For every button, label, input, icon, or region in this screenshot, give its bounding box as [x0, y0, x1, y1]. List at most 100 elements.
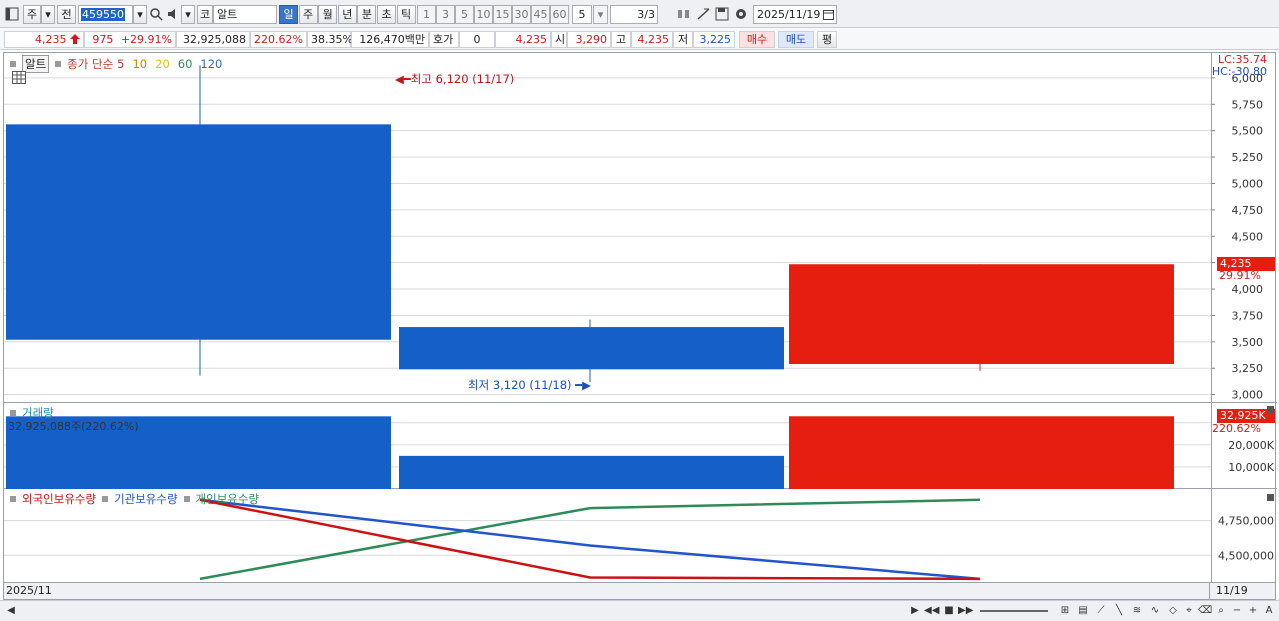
ma-120-label[interactable]: 120 — [200, 57, 222, 71]
calendar-icon[interactable] — [823, 8, 834, 25]
period-button-3[interactable]: 년 — [337, 5, 357, 24]
sell-button[interactable]: 매도 — [778, 31, 814, 48]
wave-icon[interactable]: ∿ — [1148, 604, 1162, 618]
left-arrow-icon: ◀━ — [395, 72, 411, 87]
chart-type-icon[interactable]: ▤ — [1076, 604, 1090, 618]
buy-button[interactable]: 매수 — [739, 31, 775, 48]
candle-body[interactable] — [399, 327, 784, 370]
stop-icon[interactable]: ■ — [942, 604, 956, 618]
scroll-left-icon[interactable]: ◀ — [4, 604, 18, 618]
zoom-in-icon[interactable]: + — [1246, 604, 1260, 618]
font-size-icon[interactable]: A — [1262, 604, 1276, 618]
date-input[interactable]: 2025/11/19 — [753, 5, 837, 24]
count-input[interactable]: 3/3 — [610, 5, 658, 24]
first-icon[interactable]: ◀◀ — [924, 604, 939, 618]
interval-button-30[interactable]: 30 — [512, 5, 531, 24]
holdings-legend-2[interactable]: 개인보유수량 — [196, 491, 259, 507]
period-button-2[interactable]: 월 — [318, 5, 338, 24]
market-type-button[interactable]: 주 — [23, 5, 41, 24]
grid-toggle-icon[interactable] — [12, 71, 26, 87]
interval-button-3[interactable]: 3 — [436, 5, 455, 24]
window-icon[interactable] — [4, 5, 20, 24]
current-volume-pct: 220.62% — [1212, 422, 1261, 435]
chevron-down-icon: ▾ — [597, 8, 604, 21]
holdings-line-0[interactable] — [199, 498, 981, 581]
holdings-legend-1[interactable]: 기관보유수량 — [114, 491, 177, 507]
current-price: 4,235 — [4, 31, 84, 48]
interval-button-1[interactable]: 1 — [417, 5, 436, 24]
interval-dropdown[interactable]: ▾ — [593, 5, 608, 24]
period-button-5[interactable]: 초 — [377, 5, 396, 24]
price-tick-label: 3,000 — [1232, 389, 1264, 402]
save-icon[interactable] — [714, 5, 730, 24]
prev-button[interactable]: 전 — [57, 5, 76, 24]
low-annotation-text: 최저 3,120 (11/18) — [468, 377, 572, 392]
shape-icon[interactable]: ◇ — [1166, 604, 1180, 618]
period-button-6[interactable]: 틱 — [396, 5, 416, 24]
volume-pane[interactable]: 10,000K 20,000K 거래량 32,925,088주(220.62%) … — [4, 403, 1277, 489]
last-icon[interactable]: ▶▶ — [958, 604, 973, 618]
period-label: 2025/11 — [6, 584, 52, 597]
market-type-dropdown[interactable]: ▾ — [41, 5, 55, 24]
gear-icon[interactable] — [733, 5, 749, 24]
candle-body[interactable] — [6, 124, 391, 340]
low-annotation: 최저 3,120 (11/18) ━▶ — [468, 377, 591, 393]
ma-series-label[interactable]: 종가 단순 — [67, 56, 113, 72]
crosshair-icon[interactable]: ⊞ — [1058, 604, 1072, 618]
zoom-icon[interactable]: ⌕ — [1214, 604, 1228, 618]
pane-close-icon[interactable] — [1267, 494, 1274, 501]
legend-square-icon — [10, 61, 16, 67]
price-pane[interactable]: 3,0003,2503,5003,7504,0004,2504,5004,750… — [4, 53, 1277, 403]
ma-60-label[interactable]: 60 — [178, 57, 193, 71]
fibonacci-icon[interactable]: ≋ — [1130, 604, 1144, 618]
grid-toggle-icon-glyph — [12, 71, 26, 84]
draw-tool-icon[interactable] — [696, 5, 712, 24]
stock-code-input[interactable]: 459550 — [78, 5, 133, 24]
holdings-line-2[interactable] — [199, 498, 981, 581]
zoom-slider[interactable] — [980, 610, 1048, 612]
right-arrow-icon: ━▶ — [571, 377, 591, 392]
speaker-dropdown[interactable]: ▾ — [181, 5, 195, 24]
pane-close-icon[interactable] — [1267, 406, 1274, 413]
interval-button-60[interactable]: 60 — [550, 5, 569, 24]
ma-20-label[interactable]: 20 — [155, 57, 170, 71]
quote-label: 호가 — [429, 31, 459, 48]
period-button-1[interactable]: 주 — [298, 5, 318, 24]
interval-input[interactable]: 5 — [572, 5, 592, 24]
search-icon[interactable] — [148, 5, 164, 24]
speaker-icon[interactable] — [166, 5, 180, 24]
gear-icon-glyph — [736, 9, 746, 19]
ma-10-label[interactable]: 10 — [132, 57, 147, 71]
interval-button-5[interactable]: 5 — [455, 5, 474, 24]
compare-icon[interactable] — [676, 5, 692, 24]
average-button[interactable]: 평 — [817, 31, 837, 48]
volume-tick-label: 10,000K — [1228, 461, 1274, 474]
volume-tick-label: 20,000K — [1228, 439, 1274, 452]
holdings-line-1[interactable] — [199, 498, 981, 581]
save-icon-glyph — [715, 7, 729, 21]
trend-icon[interactable]: ⟋ — [1094, 604, 1108, 618]
period-button-0[interactable]: 일 — [279, 5, 298, 24]
interval-button-15[interactable]: 15 — [493, 5, 512, 24]
volume-bar[interactable] — [399, 455, 784, 489]
interval-button-10[interactable]: 10 — [474, 5, 493, 24]
high-annotation: ◀━최고 6,120 (11/17) — [395, 71, 514, 87]
stock-code-dropdown[interactable]: ▾ — [133, 5, 147, 24]
exchange-label[interactable]: 코 — [197, 5, 213, 24]
holdings-legend-0[interactable]: 외국인보유수량 — [22, 491, 96, 507]
interval-button-45[interactable]: 45 — [531, 5, 550, 24]
stock-tag[interactable]: 알트 — [22, 55, 50, 73]
zoom-out-icon[interactable]: − — [1230, 604, 1244, 618]
line-icon[interactable]: ╲ — [1112, 604, 1126, 618]
holdings-pane[interactable]: 4,500,000 4,750,000 외국인보유수량 기관보유수량 개인보유수량 — [4, 489, 1277, 583]
scroll-right-icon[interactable]: ▶ — [908, 604, 922, 618]
ma-5-label[interactable]: 5 — [117, 57, 124, 71]
period-button-4[interactable]: 분 — [357, 5, 377, 24]
stock-name-field[interactable]: 알트 — [213, 5, 277, 24]
candle-body[interactable] — [789, 264, 1174, 365]
change-value: 975 — [92, 33, 114, 46]
marker-icon[interactable]: ⌖ — [1182, 604, 1196, 618]
volume-info: 32,925,088주(220.62%) — [8, 420, 139, 433]
eraser-icon[interactable]: ⌫ — [1198, 604, 1212, 618]
volume-bar[interactable] — [789, 416, 1174, 489]
